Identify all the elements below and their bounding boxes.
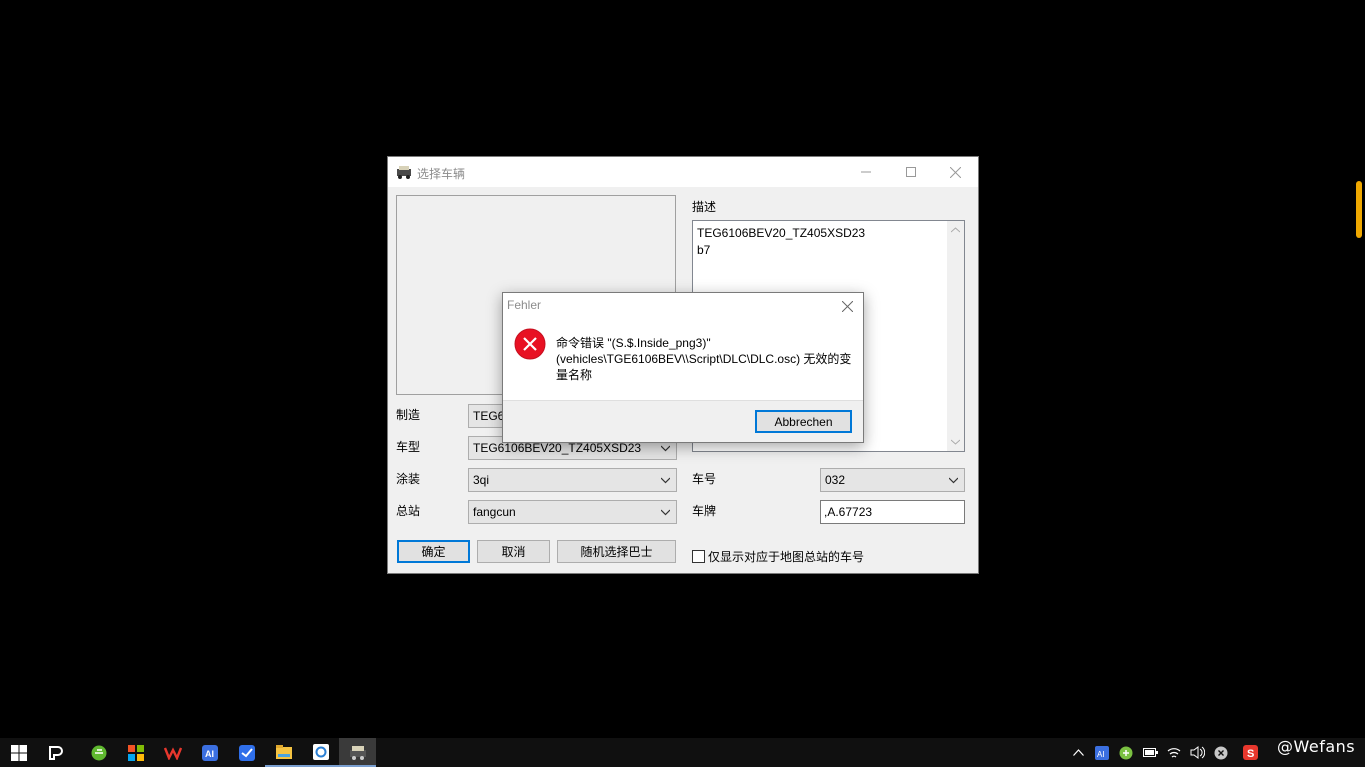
- battery-icon: [1142, 748, 1158, 757]
- tray-volume[interactable]: [1185, 738, 1209, 767]
- maker-value: TEG6: [473, 409, 505, 423]
- svg-text:AI: AI: [205, 749, 214, 759]
- app-icon-1: [48, 745, 63, 760]
- depot-filter-checkbox[interactable]: 仅显示对应于地图总站的车号: [692, 548, 864, 565]
- close-circle-icon: [1214, 746, 1228, 759]
- tray-app[interactable]: [1114, 738, 1138, 767]
- description-scrollbar[interactable]: [947, 221, 964, 451]
- paint-select[interactable]: 3qi: [468, 468, 677, 492]
- title-bar[interactable]: 选择车辆: [388, 157, 978, 187]
- dialog-footer: Abbrechen: [503, 400, 863, 442]
- ai-icon: AI: [201, 744, 218, 761]
- omsi-icon: [349, 745, 366, 760]
- description-text: TEG6106BEV20_TZ405XSD23 b7: [697, 226, 866, 257]
- scroll-up-icon[interactable]: [951, 227, 960, 233]
- maximize-icon: [905, 167, 916, 177]
- tray-battery[interactable]: [1138, 738, 1162, 767]
- dialog-message: 命令错误 "(S.$.Inside_png3)" (vehicles\TGE61…: [556, 336, 852, 382]
- model-label: 车型: [396, 440, 421, 454]
- taskbar-map-app[interactable]: [302, 738, 339, 767]
- dialog-close-button[interactable]: [831, 293, 863, 319]
- tray-wifi[interactable]: [1162, 738, 1186, 767]
- chevron-down-icon: [661, 509, 670, 516]
- taskbar-omsi[interactable]: [339, 738, 376, 767]
- maximize-button[interactable]: [888, 157, 933, 187]
- taskbar-file-explorer[interactable]: [265, 738, 302, 767]
- map-app-icon: [312, 743, 329, 760]
- plate-value: ,A.67723: [824, 505, 873, 519]
- tray-overflow-button[interactable]: [1066, 738, 1090, 767]
- taskbar-app-2[interactable]: [117, 738, 154, 767]
- feishu-icon: [238, 744, 255, 761]
- chevron-down-icon: [661, 445, 670, 452]
- volume-icon: [1190, 746, 1205, 759]
- close-button[interactable]: [933, 157, 978, 187]
- random-bus-button[interactable]: 随机选择巴士: [557, 540, 676, 563]
- depot-value: fangcun: [473, 505, 516, 519]
- taskbar-browser[interactable]: [80, 738, 117, 767]
- scroll-down-icon[interactable]: [951, 439, 960, 445]
- taskbar-wps[interactable]: [154, 738, 191, 767]
- taskbar-ai[interactable]: AI: [191, 738, 228, 767]
- svg-text:S: S: [1247, 748, 1254, 760]
- taskbar: AI AI S: [0, 738, 1365, 767]
- svg-text:AI: AI: [1097, 750, 1105, 759]
- depot-label: 总站: [396, 504, 421, 518]
- browser-icon: [91, 745, 106, 760]
- watermark-text: @Wefans: [1277, 737, 1356, 756]
- number-select[interactable]: 032: [820, 468, 965, 492]
- ai-tray-icon: AI: [1095, 745, 1109, 760]
- minimize-icon: [860, 171, 871, 173]
- minimize-button[interactable]: [843, 157, 888, 187]
- tray-status[interactable]: [1209, 738, 1233, 767]
- error-icon: [514, 328, 546, 360]
- number-value: 032: [825, 473, 846, 487]
- tray-sogou[interactable]: S: [1238, 738, 1262, 767]
- maker-label: 制造: [396, 408, 421, 422]
- taskbar-feishu[interactable]: [228, 738, 265, 767]
- start-button[interactable]: [0, 738, 37, 767]
- cancel-button[interactable]: 取消: [477, 540, 550, 563]
- plate-label: 车牌: [692, 504, 717, 518]
- number-label: 车号: [692, 472, 717, 486]
- close-icon: [841, 300, 853, 312]
- file-explorer-icon: [275, 744, 292, 759]
- checkbox-box[interactable]: [692, 550, 705, 563]
- abort-button[interactable]: Abbrechen: [755, 410, 852, 433]
- chevron-down-icon: [949, 477, 958, 484]
- paint-label: 涂装: [396, 472, 421, 486]
- window-title: 选择车辆: [417, 167, 466, 181]
- windows-start-icon: [10, 744, 27, 761]
- plate-input[interactable]: ,A.67723: [820, 500, 965, 524]
- paint-value: 3qi: [473, 473, 490, 487]
- chevron-down-icon: [661, 477, 670, 484]
- close-icon: [950, 166, 961, 178]
- dialog-title: Fehler: [507, 298, 542, 312]
- depot-select[interactable]: fangcun: [468, 500, 677, 524]
- chevron-up-icon: [1072, 749, 1084, 756]
- model-value: TEG6106BEV20_TZ405XSD23: [473, 441, 642, 455]
- app-tray-icon: [1119, 746, 1133, 759]
- app-icon-2: [127, 744, 144, 761]
- bus-app-icon: [397, 166, 411, 179]
- wifi-icon: [1167, 747, 1181, 758]
- error-dialog: Fehler 命令错误 "(S.$.Inside_png3)" (vehicle…: [502, 292, 864, 443]
- description-label: 描述: [692, 200, 717, 214]
- ok-button[interactable]: 确定: [397, 540, 470, 563]
- wps-icon: [163, 746, 182, 760]
- edge-scroll-indicator[interactable]: [1356, 181, 1362, 238]
- checkbox-label: 仅显示对应于地图总站的车号: [708, 550, 865, 564]
- sogou-input-icon: S: [1242, 745, 1258, 760]
- taskbar-app-1[interactable]: [37, 738, 74, 767]
- tray-ai[interactable]: AI: [1090, 738, 1114, 767]
